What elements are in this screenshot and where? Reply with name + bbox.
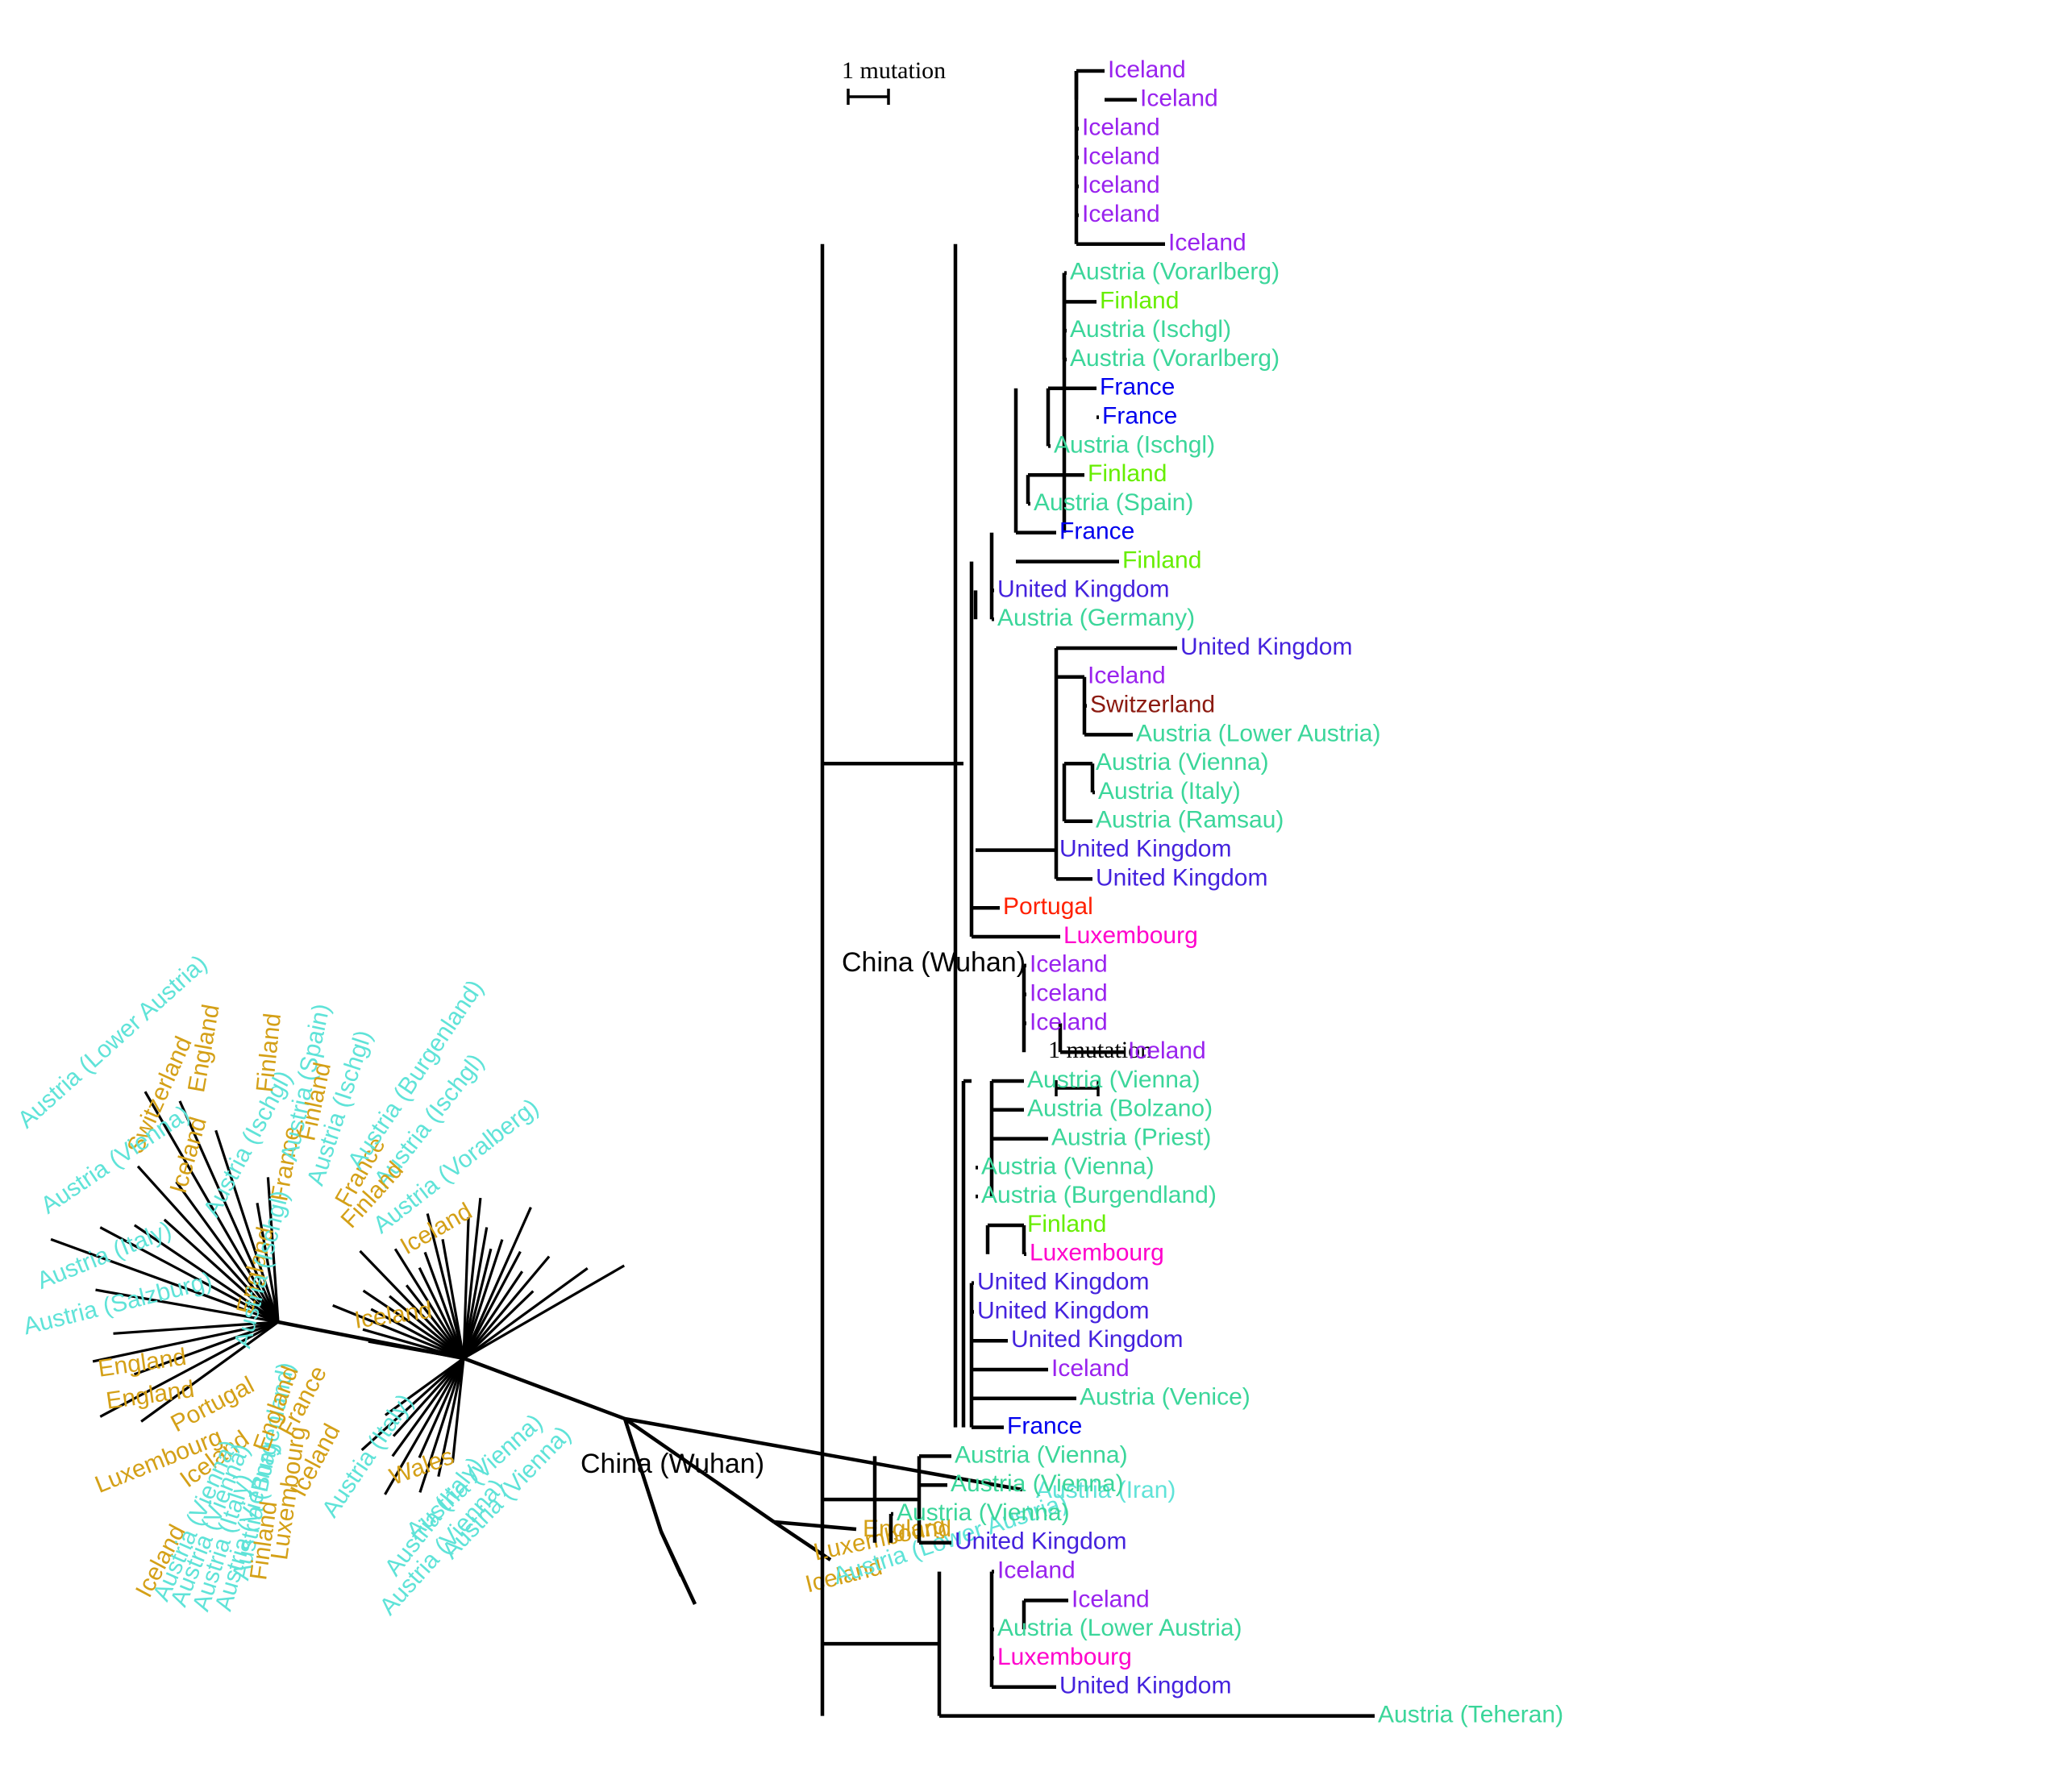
tip-label: Finland [1088,460,1167,487]
tip-label: Austria (Spain) [1034,489,1193,516]
tip-label: Finland [1100,287,1179,314]
root-label-china-wuhan: China (Wuhan) [842,947,1026,978]
tip-label: United Kingdom [1096,864,1267,891]
tip-label: Iceland [1128,1037,1206,1064]
tip-label: Iceland [1108,56,1186,83]
tip-label: Austria (Venice) [1080,1384,1250,1411]
tip-label: Iceland [1082,143,1160,169]
tip-label: France [1007,1413,1082,1440]
tip-label: United Kingdom [977,1297,1149,1324]
tip-label: Austria (Ischgl) [1054,431,1215,458]
tip-label: United Kingdom [1059,836,1231,863]
tip-label: Austria (Vienna) [897,1499,1070,1526]
tip-label: Austria (Lower Austria) [997,1615,1242,1641]
tip-label: Iceland [1082,172,1160,198]
tip-label: Switzerland [1090,692,1215,718]
tip-label: Austria (Teheran) [1378,1702,1563,1728]
rooted-tree-svg: IcelandIcelandIcelandIcelandIcelandIcela… [820,56,1563,1728]
tip-label: France [1100,374,1175,401]
tip-label: Austria (Germany) [997,605,1195,631]
tip-label: Iceland [1168,230,1246,256]
tip-label: France [1102,403,1177,430]
tip-label: Austria (Vorarlberg) [1070,345,1280,372]
tip-label: Austria (Bolzano) [1027,1096,1213,1122]
tip-label: Luxembourg [1063,922,1198,949]
tip-label: Portugal [1003,893,1093,920]
tip-label: Iceland [1072,1586,1150,1612]
tip-label: Iceland [1088,663,1166,689]
tip-label: Luxembourg [1030,1240,1164,1266]
tip-label: France [1059,518,1134,545]
tip-label: Iceland [352,1297,433,1334]
tip-label: Austria (Lower Austria) [1136,720,1380,746]
tip-label: Austria (Priest) [1051,1125,1211,1151]
tip-label: Austria (Ischgl) [1070,316,1231,343]
tip-label: Austria (Vienna) [1027,1066,1201,1093]
tip-label: United Kingdom [1059,1673,1231,1699]
tip-label: United Kingdom [977,1269,1149,1295]
tip-label: China (Wuhan) [580,1449,764,1479]
tip-label: United Kingdom [1180,634,1352,660]
tip-label: Austria (Italy) [1098,778,1241,805]
tree-branch [462,1207,532,1359]
tip-label: Iceland [997,1557,1076,1584]
tip-label: United Kingdom [955,1528,1126,1555]
tip-label: Luxembourg [997,1644,1132,1670]
tip-label: Austria (Vienna) [951,1470,1124,1497]
tip-label: Finland [1027,1211,1106,1237]
tip-label: Finland [1122,547,1201,574]
tip-label: Iceland [1051,1355,1130,1382]
tip-label: Austria (Vorarlberg) [1070,259,1280,285]
tip-label: Iceland [1082,114,1160,141]
tip-label: Austria (Vienna) [1096,749,1269,775]
tip-label: United Kingdom [997,576,1169,602]
tip-label: Austria (Ramsau) [1096,807,1284,834]
tip-label: Iceland [1030,980,1108,1007]
tip-label: Austria (Vienna) [955,1441,1128,1468]
rooted-tree-panel: Iceland Iceland Iceland Iceland Iceland Icela… [820,0,2064,1792]
tip-label: United Kingdom [1011,1326,1183,1353]
tip-label: Iceland [1140,85,1218,112]
scale-bar-label-right: 1 mutation [842,57,946,84]
tip-label: Iceland [1030,951,1108,978]
tip-label: Austria (Burgendland) [981,1182,1217,1208]
tree-branch [463,1356,626,1421]
tip-label: Austria (Vienna) [981,1153,1155,1179]
tip-label: Iceland [1082,201,1160,227]
tip-label: Iceland [1030,1008,1108,1035]
tree-branch [659,1531,697,1605]
